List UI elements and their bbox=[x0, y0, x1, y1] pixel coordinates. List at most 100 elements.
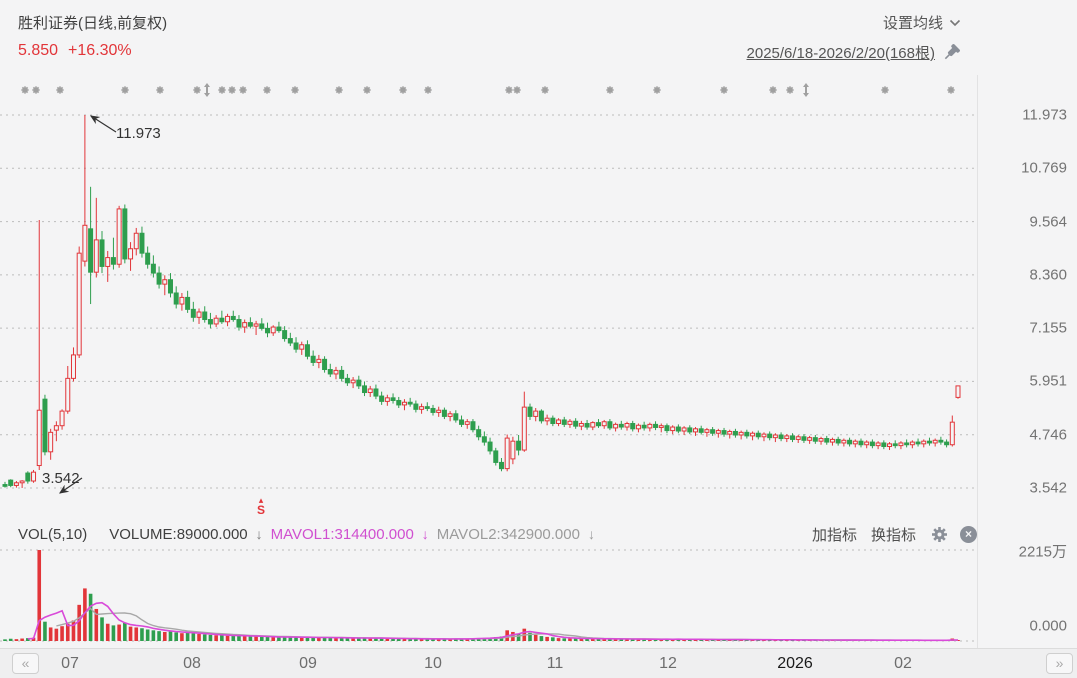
event-marker-icon bbox=[881, 86, 888, 93]
volume-bar bbox=[226, 636, 230, 641]
candle-body bbox=[311, 356, 315, 362]
candle-body bbox=[574, 421, 578, 426]
price-axis-label: 7.155 bbox=[1029, 320, 1067, 337]
stock-chart-app: 胜利证券(日线,前复权) 5.850+16.30% 设置均线 2025/6/18… bbox=[0, 0, 1077, 678]
candle-body bbox=[317, 359, 321, 362]
volume-bar bbox=[117, 625, 121, 641]
volume-bar bbox=[140, 628, 144, 641]
candle-body bbox=[882, 443, 886, 447]
event-marker-icon bbox=[218, 86, 225, 93]
event-marker-icon bbox=[239, 86, 246, 93]
candle-body bbox=[442, 410, 446, 416]
candle-body bbox=[448, 414, 452, 417]
candle-body bbox=[197, 312, 201, 317]
time-axis-bar: « » 070809101112202602 bbox=[0, 648, 1077, 678]
candle-body bbox=[43, 399, 47, 452]
candle-body bbox=[83, 225, 87, 261]
mavol1-value-label: MAVOL1:314400.000 bbox=[271, 526, 414, 543]
candle-body bbox=[482, 437, 486, 442]
price-axis-panel: 11.97310.7699.5648.3607.1555.9514.7463.5… bbox=[977, 75, 1077, 648]
candle-body bbox=[956, 386, 960, 398]
candle-body bbox=[876, 443, 880, 446]
candle-body bbox=[163, 280, 167, 284]
volume-bar bbox=[174, 632, 178, 641]
price-candlestick-chart[interactable]: 11.9733.542▴S bbox=[0, 75, 977, 518]
candle-body bbox=[825, 439, 829, 443]
scroll-left-button[interactable]: « bbox=[12, 653, 39, 674]
event-marker-icon bbox=[653, 86, 660, 93]
candle-body bbox=[374, 389, 378, 396]
add-indicator-button[interactable]: 加指标 bbox=[812, 524, 857, 545]
candle-body bbox=[739, 432, 743, 435]
candle-body bbox=[300, 345, 304, 349]
scroll-right-button[interactable]: » bbox=[1046, 653, 1073, 674]
candle-body bbox=[796, 437, 800, 440]
candle-body bbox=[602, 422, 606, 426]
price-axis-label: 4.746 bbox=[1029, 426, 1067, 443]
candle-body bbox=[596, 423, 600, 426]
price-axis-label: 10.769 bbox=[1021, 160, 1067, 177]
candle-body bbox=[214, 318, 218, 324]
candle-body bbox=[283, 331, 287, 339]
candle-body bbox=[32, 472, 36, 481]
candle-body bbox=[26, 473, 30, 481]
candle-body bbox=[779, 435, 783, 439]
event-marker-icon bbox=[363, 86, 370, 93]
ma-settings-label: 设置均线 bbox=[883, 12, 943, 33]
candle-body bbox=[499, 462, 503, 468]
candle-body bbox=[768, 434, 772, 438]
candle-body bbox=[254, 324, 258, 326]
candle-body bbox=[722, 431, 726, 435]
time-axis-label-08: 08 bbox=[183, 649, 201, 678]
time-axis-label-02: 02 bbox=[894, 649, 912, 678]
candle-body bbox=[659, 426, 663, 428]
volume-bar bbox=[186, 633, 190, 641]
event-marker-icon bbox=[424, 86, 431, 93]
volume-bar bbox=[152, 630, 156, 641]
candle-body bbox=[591, 423, 595, 427]
candle-body bbox=[534, 411, 538, 416]
candle-body bbox=[243, 323, 247, 327]
volume-bar bbox=[169, 632, 173, 641]
candle-body bbox=[117, 209, 121, 264]
change-percent: +16.30% bbox=[68, 42, 132, 59]
indicator-settings-gear-icon[interactable] bbox=[930, 525, 948, 543]
switch-indicator-button[interactable]: 换指标 bbox=[871, 524, 916, 545]
ma-settings-button[interactable]: 设置均线 bbox=[883, 12, 961, 33]
candle-body bbox=[231, 316, 235, 319]
candle-body bbox=[870, 442, 874, 446]
mavol1-down-arrow-icon: ↓ bbox=[422, 526, 429, 542]
candle-body bbox=[146, 253, 150, 264]
date-range-link[interactable]: 2025/6/18-2026/2/20(168根) bbox=[747, 42, 935, 63]
volume-bar bbox=[214, 635, 218, 641]
candle-body bbox=[414, 404, 418, 409]
candle-body bbox=[420, 407, 424, 410]
candle-body bbox=[705, 430, 709, 433]
candle-body bbox=[305, 345, 309, 357]
time-axis-label-11: 11 bbox=[547, 649, 564, 678]
volume-bar-chart[interactable] bbox=[0, 548, 977, 643]
candle-body bbox=[568, 421, 572, 424]
candle-body bbox=[551, 418, 555, 423]
volume-axis-label: 2215万 bbox=[1019, 541, 1067, 562]
candle-body bbox=[465, 422, 469, 425]
volume-bar bbox=[557, 638, 561, 641]
candle-body bbox=[425, 407, 429, 409]
candle-body bbox=[203, 312, 207, 320]
volume-bar bbox=[277, 637, 281, 641]
candle-body bbox=[3, 485, 7, 487]
candle-body bbox=[345, 378, 349, 382]
candle-body bbox=[351, 380, 355, 383]
volume-bar bbox=[300, 638, 304, 641]
volume-bar bbox=[20, 639, 24, 641]
volume-bar bbox=[129, 627, 133, 641]
volume-bar bbox=[551, 637, 555, 641]
close-indicator-icon[interactable]: × bbox=[960, 526, 977, 543]
candle-body bbox=[927, 441, 931, 443]
candle-body bbox=[557, 420, 561, 424]
pin-icon[interactable] bbox=[941, 43, 961, 63]
candle-body bbox=[471, 422, 475, 430]
candle-body bbox=[60, 411, 64, 426]
volume-bar bbox=[568, 639, 572, 641]
candle-body bbox=[642, 425, 646, 428]
